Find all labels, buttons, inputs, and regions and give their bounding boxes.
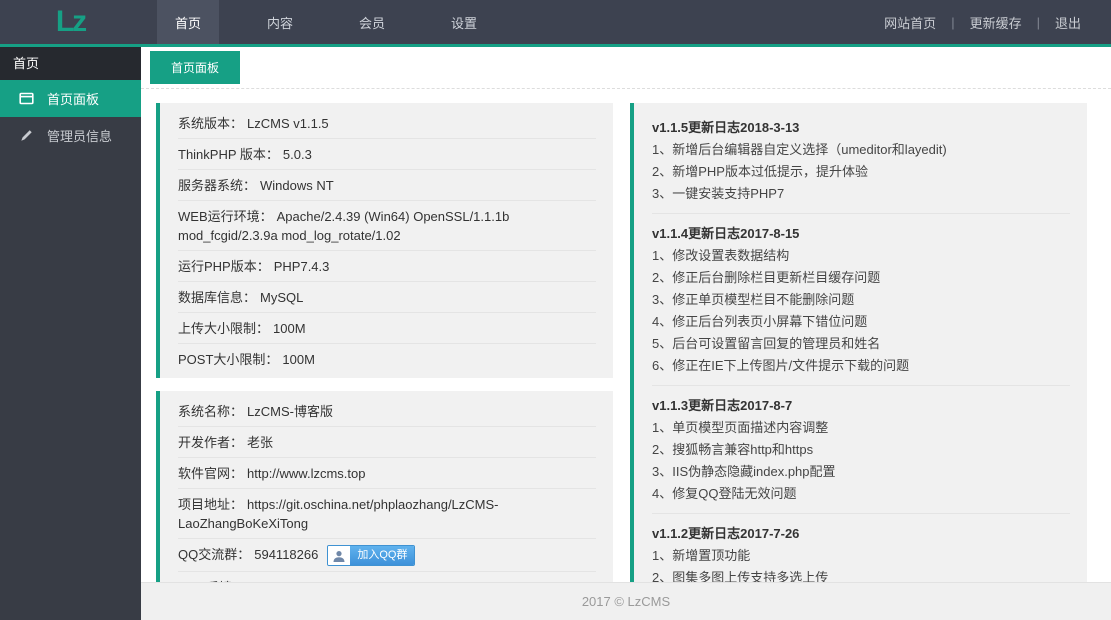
info-row: 系统名称： LzCMS-博客版 <box>178 396 596 427</box>
changelog-item: 6、修正在IE下上传图片/文件提示下载的问题 <box>652 358 910 373</box>
info-value: 594118266 <box>254 547 319 562</box>
changelog-item: 2、修正后台删除栏目更新栏目缓存问题 <box>652 270 881 285</box>
info-label: 软件官网： <box>178 466 244 481</box>
info-label: 上传大小限制： <box>178 321 270 336</box>
changelog-panel: v1.1.5更新日志2018-3-13 1、新增后台编辑器自定义选择（umedit… <box>630 103 1087 582</box>
sidebar-item-label: 首页面板 <box>47 92 100 107</box>
info-value: Windows NT <box>260 178 334 193</box>
info-label: ThinkPHP 版本： <box>178 147 279 162</box>
nav-link[interactable]: 退出 <box>1055 13 1081 32</box>
panel-icon <box>19 91 34 106</box>
changelog-item: 3、IIS伪静态隐藏index.php配置 <box>652 464 836 479</box>
nav-link[interactable]: 更新缓存 <box>970 13 1022 32</box>
changelog-item: 4、修正后台列表页小屏幕下错位问题 <box>652 314 868 329</box>
copyright-text: 2017 © LzCMS <box>581 594 671 609</box>
sidebar-menu: 首页面板 管理员信息 <box>0 80 141 154</box>
info-label: 数据库信息： <box>178 290 257 305</box>
info-label: POST大小限制： <box>178 352 279 367</box>
changelog-block: v1.1.3更新日志2017-8-7 1、单页模型页面描述内容调整 2、搜狐畅言兼容… <box>652 386 1070 514</box>
nav-tab[interactable]: 会员 <box>341 0 403 44</box>
nav-separator: | <box>1036 14 1040 30</box>
info-value: 100M <box>282 352 315 367</box>
nav-tab[interactable]: 内容 <box>249 0 311 44</box>
main-area: 首页面板 系统版本： LzCMS v1.1.5 ThinkPHP 版本： 5.0.3 服… <box>141 47 1111 582</box>
info-row: 软件官网： http://www.lzcms.top <box>178 458 596 489</box>
right-column: v1.1.5更新日志2018-3-13 1、新增后台编辑器自定义选择（umedit… <box>630 103 1087 582</box>
info-label: 系统版本： <box>178 116 244 131</box>
join-qq-group-button[interactable]: 加入QQ群 <box>327 545 416 567</box>
changelog-block: v1.1.5更新日志2018-3-13 1、新增后台编辑器自定义选择（umedit… <box>652 108 1070 214</box>
about-info-panel: 系统名称： LzCMS-博客版 开发作者： 老张 软件官网： http://www.lzc… <box>156 391 613 582</box>
changelog-item: 2、新增PHP版本过低提示，提升体验 <box>652 164 868 179</box>
nav-tab[interactable]: 设置 <box>433 0 495 44</box>
info-row: 上传大小限制： 100M <box>178 313 596 344</box>
info-row: 项目地址： https://git.oschina.net/phplaozhang… <box>178 489 596 539</box>
info-value: PHP7.4.3 <box>273 259 330 274</box>
info-row: POST大小限制： 100M <box>178 344 596 374</box>
changelog-item: 1、新增置顶功能 <box>652 548 751 563</box>
sidebar-header: 首页 <box>0 47 141 80</box>
info-value: 5.0.3 <box>282 147 312 162</box>
nav-separator: | <box>951 14 955 30</box>
info-label: QQ交流群： <box>178 547 251 562</box>
info-value: LzCMS-博客版 <box>247 404 333 419</box>
info-value: 老张 <box>247 435 274 450</box>
changelog-item: 1、新增后台编辑器自定义选择（umeditor和layedit) <box>652 142 947 157</box>
info-label: WEB运行环境： <box>178 209 273 224</box>
info-row: 系统版本： LzCMS v1.1.5 <box>178 108 596 139</box>
sidebar: 首页 首页面板管理员信息 <box>0 47 141 620</box>
info-label: 服务器系统： <box>178 178 257 193</box>
sidebar-item[interactable]: 管理员信息 <box>0 117 141 154</box>
sidebar-item[interactable]: 首页面板 <box>0 80 141 117</box>
content-tabbar: 首页面板 <box>141 47 1111 89</box>
pencil-icon <box>19 128 34 143</box>
info-row: WEB运行环境： Apache/2.4.39 (Win64) OpenSSL/1.… <box>178 201 596 251</box>
info-row: QQ交流群： 594118266 加入QQ群 <box>178 539 596 573</box>
info-row: 数据库信息： MySQL <box>178 282 596 313</box>
changelog-item: 4、修复QQ登陆无效问题 <box>652 486 797 501</box>
info-label: 系统名称： <box>178 404 244 419</box>
info-label: 项目地址： <box>178 497 244 512</box>
sidebar-item-label: 管理员信息 <box>47 129 113 144</box>
changelog-block: v1.1.4更新日志2017-8-15 1、修改设置表数据结构 2、修正后台删除栏目… <box>652 214 1070 386</box>
info-value: http://www.lzcms.top <box>247 466 366 481</box>
tab-home-panel[interactable]: 首页面板 <box>150 51 241 84</box>
info-value: MySQL <box>260 290 304 305</box>
qq-avatar-icon <box>328 546 351 566</box>
changelog-item: 1、修改设置表数据结构 <box>652 248 790 263</box>
info-row: 运行PHP版本： PHP7.4.3 <box>178 251 596 282</box>
footer: 2017 © LzCMS <box>141 582 1111 620</box>
top-navbar: Lz 首页 内容 会员 设置 网站首页 | 更新缓存 | 退出 <box>0 0 1111 47</box>
nav-tabs: 首页 内容 会员 设置 <box>157 0 525 44</box>
changelog-item: 1、单页模型页面描述内容调整 <box>652 420 829 435</box>
nav-right-links: 网站首页 | 更新缓存 | 退出 <box>884 0 1111 44</box>
nav-link[interactable]: 网站首页 <box>884 13 936 32</box>
logo-area[interactable]: Lz <box>0 0 141 44</box>
changelog-item: 3、一键安装支持PHP7 <box>652 186 785 201</box>
info-label: 运行PHP版本： <box>178 259 270 274</box>
changelog-title: v1.1.2更新日志2017-7-26 <box>652 526 800 541</box>
changelog-title: v1.1.4更新日志2017-8-15 <box>652 226 800 241</box>
changelog-item: 3、修正单页模型栏目不能删除问题 <box>652 292 855 307</box>
join-qq-group-label: 加入QQ群 <box>350 546 415 566</box>
info-row: BUG反馈：http://www.phplaozhang.com/feedbac… <box>178 572 596 582</box>
changelog-item: 2、图集多图上传支持多选上传 <box>652 570 829 582</box>
info-value: LzCMS v1.1.5 <box>247 116 329 131</box>
changelog-item: 2、搜狐畅言兼容http和https <box>652 442 814 457</box>
info-row: 服务器系统： Windows NT <box>178 170 596 201</box>
changelog-block: v1.1.2更新日志2017-7-26 1、新增置顶功能 2、图集多图上传支持多选上… <box>652 514 1070 582</box>
changelog-title: v1.1.3更新日志2017-8-7 <box>652 398 793 413</box>
info-value: 100M <box>273 321 306 336</box>
system-info-panel: 系统版本： LzCMS v1.1.5 ThinkPHP 版本： 5.0.3 服务器系统：… <box>156 103 613 378</box>
info-row: 开发作者： 老张 <box>178 427 596 458</box>
info-label: 开发作者： <box>178 435 244 450</box>
changelog-title: v1.1.5更新日志2018-3-13 <box>652 120 800 135</box>
content: 系统版本： LzCMS v1.1.5 ThinkPHP 版本： 5.0.3 服务器系统：… <box>141 89 1111 582</box>
changelog-item: 5、后台可设置留言回复的管理员和姓名 <box>652 336 881 351</box>
info-row: ThinkPHP 版本： 5.0.3 <box>178 139 596 170</box>
left-column: 系统版本： LzCMS v1.1.5 ThinkPHP 版本： 5.0.3 服务器系统：… <box>156 103 613 582</box>
brand-logo: Lz <box>55 5 87 38</box>
nav-tab[interactable]: 首页 <box>157 0 219 44</box>
